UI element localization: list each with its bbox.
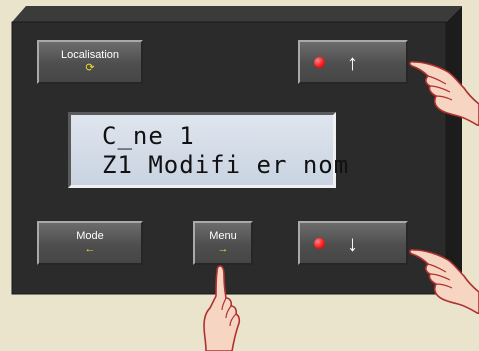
pointing-hand-icon <box>409 249 479 314</box>
localisation-button[interactable]: Localisation ⟳ <box>37 40 143 84</box>
menu-label: Menu <box>209 230 237 242</box>
down-led-indicator <box>314 238 325 249</box>
lcd-line-2: Z1 Modifi er nom <box>102 151 350 179</box>
up-button[interactable]: ↑ <box>298 40 408 84</box>
down-button[interactable]: ↓ <box>298 221 408 265</box>
localisation-label: Localisation <box>60 49 120 61</box>
arrow-up-icon: ↑ <box>347 50 358 75</box>
menu-button[interactable]: Menu → <box>193 221 253 265</box>
refresh-icon: ⟳ <box>85 62 95 74</box>
pointing-hand-icon <box>203 265 241 351</box>
arrow-right-icon: → <box>217 243 229 255</box>
lcd-line-1: C_ne 1 <box>102 122 195 150</box>
arrow-left-icon: ← <box>84 243 96 255</box>
mode-label: Mode <box>76 230 104 242</box>
arrow-down-icon: ↓ <box>347 231 358 256</box>
up-led-indicator <box>314 57 325 68</box>
mode-button[interactable]: Mode ← <box>37 221 143 265</box>
pointing-hand-icon <box>409 61 479 126</box>
lcd-display: C_ne 1 Z1 Modifi er nom <box>68 112 348 188</box>
